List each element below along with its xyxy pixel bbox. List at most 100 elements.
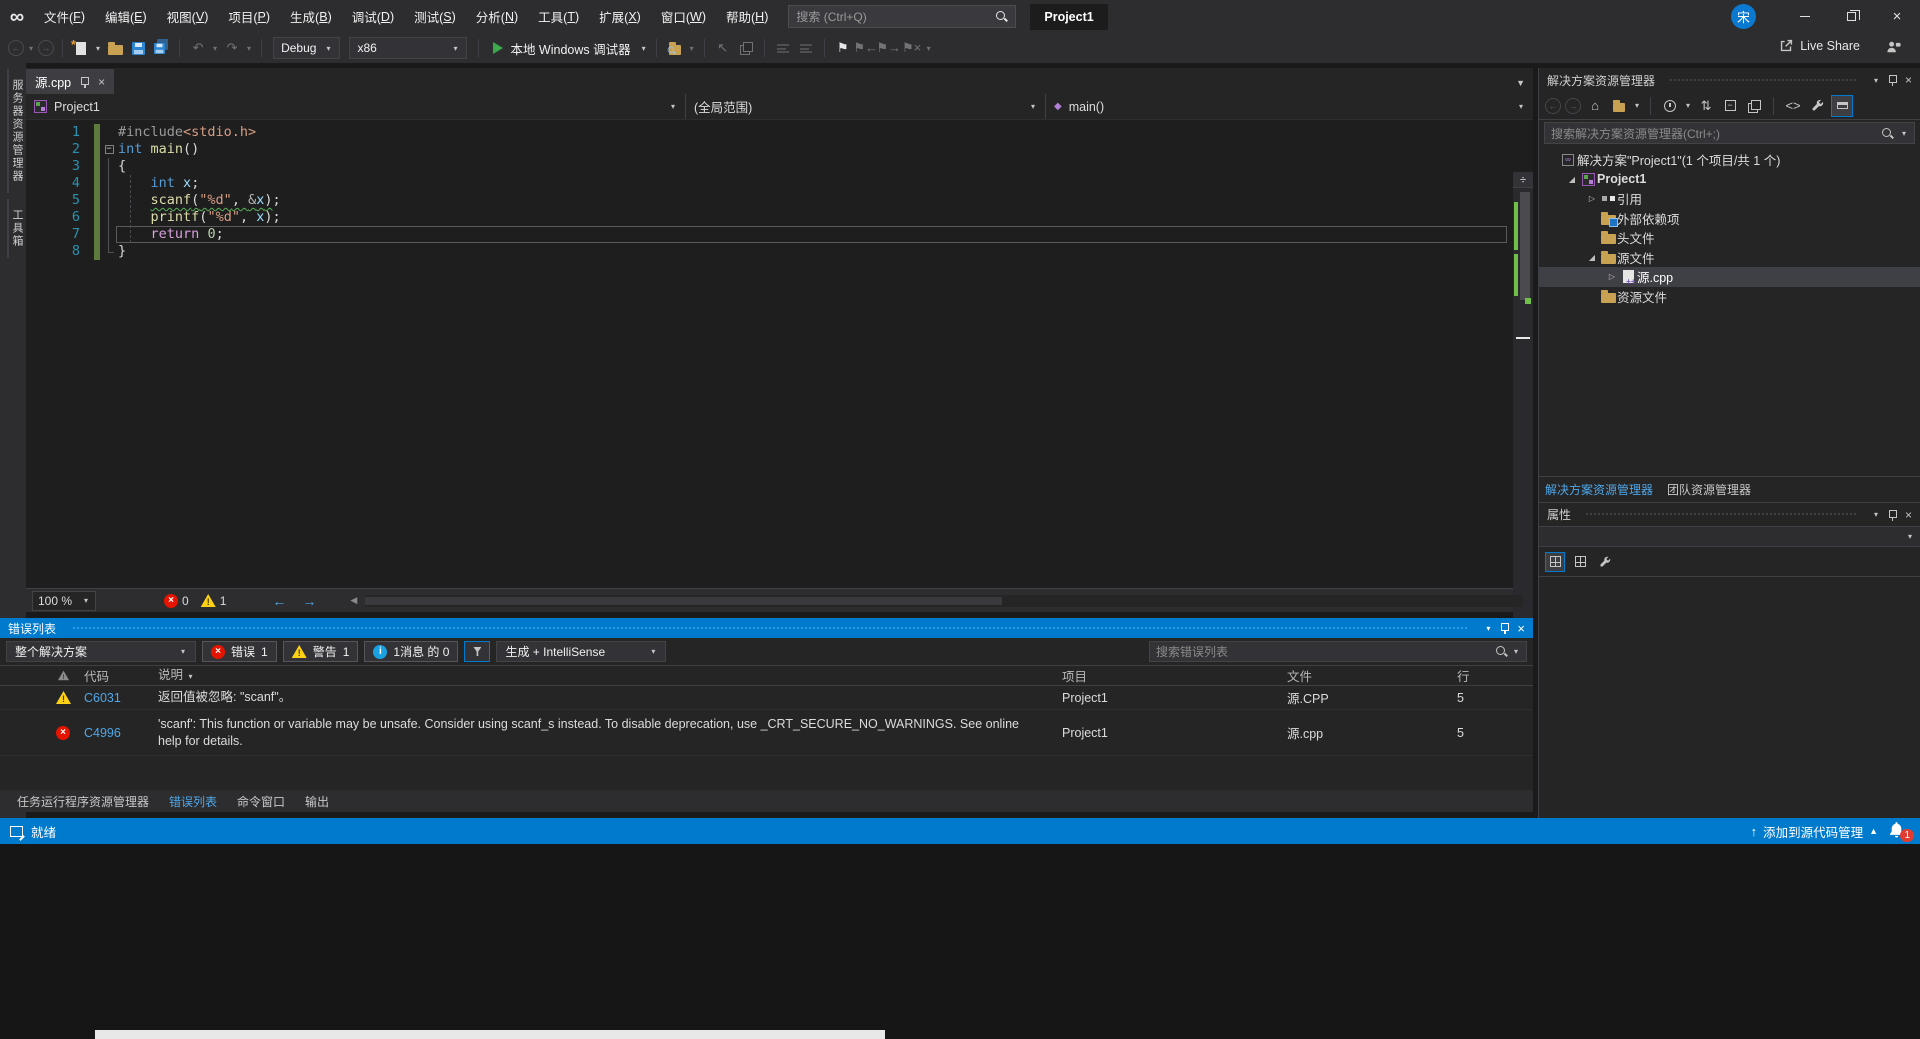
user-avatar[interactable]: 宋: [1731, 4, 1756, 29]
categorized-view-icon[interactable]: [1545, 552, 1565, 572]
solution-platform-dropdown[interactable]: x86▾: [349, 37, 467, 59]
show-all-files-icon[interactable]: [1744, 96, 1764, 116]
fold-collapse-icon[interactable]: −: [105, 145, 114, 154]
notifications-button[interactable]: 1: [1888, 821, 1910, 841]
left-tab-1[interactable]: 工具箱: [7, 199, 25, 258]
property-pages-icon[interactable]: [1595, 552, 1615, 572]
code-line-5[interactable]: 5 scanf("%d", &x);: [26, 192, 1533, 209]
menu-d[interactable]: 调试(D): [342, 0, 404, 33]
preview-selected-items-icon[interactable]: [1831, 95, 1853, 117]
errors-filter-button[interactable]: ×错误1: [202, 641, 277, 662]
redo-icon[interactable]: ↷: [222, 38, 242, 58]
tree-item-解决方案"Project1"(1 个项目/共 1 个)[interactable]: ∞解决方案"Project1"(1 个项目/共 1 个): [1539, 150, 1920, 170]
find-in-files-icon[interactable]: [736, 38, 756, 58]
feedback-person-icon[interactable]: [1885, 40, 1902, 55]
menu-t[interactable]: 工具(T): [528, 0, 589, 33]
minimize-button[interactable]: [1782, 0, 1828, 33]
navigate-forward-icon[interactable]: →: [296, 593, 322, 609]
open-file-icon[interactable]: [105, 38, 125, 58]
scope-filter-dropdown[interactable]: 整个解决方案▾: [6, 641, 196, 662]
window-position-dropdown-icon[interactable]: ▾: [1872, 510, 1880, 519]
editor-horizontal-scrollbar[interactable]: [365, 595, 1523, 607]
switch-views-icon[interactable]: [1609, 96, 1629, 116]
code-area[interactable]: 1#include<stdio.h>2−int main()3{4 int x;…: [26, 120, 1533, 588]
tree-item-外部依赖项[interactable]: 外部依赖项: [1539, 209, 1920, 229]
scope-dropdown[interactable]: (全局范围)▾: [686, 94, 1046, 119]
document-tab[interactable]: 源.cpp ×: [26, 69, 114, 94]
navigate-cursor-icon[interactable]: ↖: [713, 38, 733, 58]
collapsed-arrow-icon[interactable]: ▷: [1585, 194, 1599, 203]
pin-icon[interactable]: [1888, 509, 1897, 521]
next-bookmark-icon[interactable]: ⚑→: [879, 38, 899, 58]
panel-tab-任务运行程序资源管理器[interactable]: 任务运行程序资源管理器: [8, 793, 158, 810]
uncomment-lines-icon[interactable]: [796, 38, 816, 58]
view-code-icon[interactable]: <>: [1783, 96, 1803, 116]
code-line-1[interactable]: 1#include<stdio.h>: [26, 124, 1533, 141]
previous-bookmark-icon[interactable]: ⚑←: [856, 38, 876, 58]
undo-icon[interactable]: ↶: [188, 38, 208, 58]
panel-tab-错误列表[interactable]: 错误列表: [160, 793, 226, 810]
navigate-backward-icon[interactable]: ←: [266, 593, 292, 609]
menu-w[interactable]: 窗口(W): [651, 0, 716, 33]
collapse-all-icon[interactable]: −: [1720, 96, 1740, 116]
expanded-arrow-icon[interactable]: ◢: [1565, 175, 1579, 184]
save-icon[interactable]: [128, 38, 148, 58]
editor-vertical-scrollbar[interactable]: ÷ ▼: [1513, 172, 1533, 640]
code-line-7[interactable]: 7 return 0;: [26, 226, 1533, 243]
panel-tab-命令窗口[interactable]: 命令窗口: [228, 793, 294, 810]
code-line-4[interactable]: 4 int x;: [26, 175, 1533, 192]
member-dropdown[interactable]: ◆ main()▾: [1046, 94, 1533, 119]
collapsed-arrow-icon[interactable]: ▷: [1605, 272, 1619, 281]
menu-s[interactable]: 测试(S): [404, 0, 466, 33]
start-debugging-button[interactable]: 本地 Windows 调试器: [487, 36, 636, 60]
properties-icon[interactable]: [1807, 96, 1827, 116]
menu-h[interactable]: 帮助(H): [716, 0, 778, 33]
pin-icon[interactable]: [1888, 74, 1897, 86]
forward-icon[interactable]: →: [1565, 98, 1581, 114]
warning-count-icon[interactable]: !: [201, 594, 216, 607]
zoom-dropdown[interactable]: 100 %▾: [32, 591, 96, 611]
error-code-link[interactable]: C4996: [84, 726, 158, 740]
tree-item-头文件[interactable]: 头文件: [1539, 228, 1920, 248]
save-all-icon[interactable]: [151, 38, 171, 58]
clear-bookmarks-icon[interactable]: ⚑×: [902, 38, 922, 58]
attach-to-process-icon[interactable]: [665, 38, 685, 58]
panel-tab-输出[interactable]: 输出: [296, 793, 338, 810]
warnings-filter-button[interactable]: !警告1: [283, 641, 359, 662]
menu-p[interactable]: 项目(P): [218, 0, 280, 33]
comment-lines-icon[interactable]: [773, 38, 793, 58]
error-list-search-box[interactable]: 搜索错误列表 ▾: [1149, 641, 1527, 662]
tree-item-源文件[interactable]: ◢源文件: [1539, 248, 1920, 268]
source-filter-dropdown[interactable]: 生成 + IntelliSense▾: [496, 641, 666, 662]
document-list-dropdown-icon[interactable]: ▼: [1516, 78, 1525, 88]
error-table-header[interactable]: ! 代码 说明 ▾ 项目 文件 行: [0, 665, 1533, 686]
close-panel-icon[interactable]: ×: [1905, 73, 1912, 87]
window-position-dropdown-icon[interactable]: ▾: [1872, 76, 1880, 85]
back-icon[interactable]: ←: [1545, 98, 1561, 114]
error-count-icon[interactable]: ×: [164, 594, 178, 608]
pin-icon[interactable]: [80, 76, 89, 88]
close-button[interactable]: ×: [1874, 0, 1920, 33]
close-panel-icon[interactable]: ×: [1905, 508, 1912, 522]
new-file-icon[interactable]: [71, 38, 91, 58]
menu-v[interactable]: 视图(V): [157, 0, 219, 33]
tree-item-源.cpp[interactable]: ▷源.cpp: [1539, 267, 1920, 287]
properties-object-dropdown[interactable]: ▾: [1539, 526, 1920, 547]
window-position-dropdown-icon[interactable]: ▾: [1484, 624, 1492, 633]
tree-item-引用[interactable]: ▷引用: [1539, 189, 1920, 209]
left-tab-0[interactable]: 服务器资源管理器: [7, 69, 25, 193]
navigate-back-icon[interactable]: ←: [8, 40, 24, 56]
right-panel-tab-团队资源管理器[interactable]: 团队资源管理器: [1667, 481, 1751, 498]
pending-changes-filter-icon[interactable]: [1660, 96, 1680, 116]
bookmark-icon[interactable]: ⚑: [833, 38, 853, 58]
pin-icon[interactable]: [1500, 622, 1509, 634]
menu-e[interactable]: 编辑(E): [95, 0, 157, 33]
tree-item-资源文件[interactable]: 资源文件: [1539, 287, 1920, 307]
menu-f[interactable]: 文件(F): [34, 0, 95, 33]
menu-x[interactable]: 扩展(X): [589, 0, 651, 33]
sync-with-active-document-icon[interactable]: ⇅: [1696, 96, 1716, 116]
expanded-arrow-icon[interactable]: ◢: [1585, 253, 1599, 262]
live-share-button[interactable]: Live Share: [1779, 38, 1860, 53]
quick-search-box[interactable]: 搜索 (Ctrl+Q): [788, 5, 1016, 28]
error-row-C4996[interactable]: ×C4996'scanf': This function or variable…: [0, 710, 1533, 756]
